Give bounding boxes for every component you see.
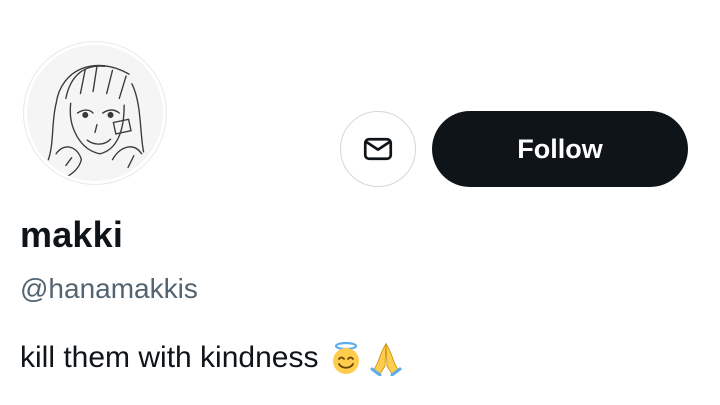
folded-hands-icon	[368, 340, 404, 376]
display-name: makki	[20, 214, 124, 255]
bio: kill them with kindness	[20, 340, 404, 376]
message-button[interactable]	[340, 111, 416, 187]
smiling-face-with-halo-icon	[328, 340, 364, 376]
avatar-image	[27, 45, 163, 181]
avatar[interactable]	[24, 42, 166, 184]
bio-text: kill them with kindness	[20, 341, 319, 374]
envelope-icon	[363, 137, 393, 161]
username-handle: @hanamakkis	[20, 273, 198, 304]
follow-button[interactable]: Follow	[432, 111, 688, 187]
